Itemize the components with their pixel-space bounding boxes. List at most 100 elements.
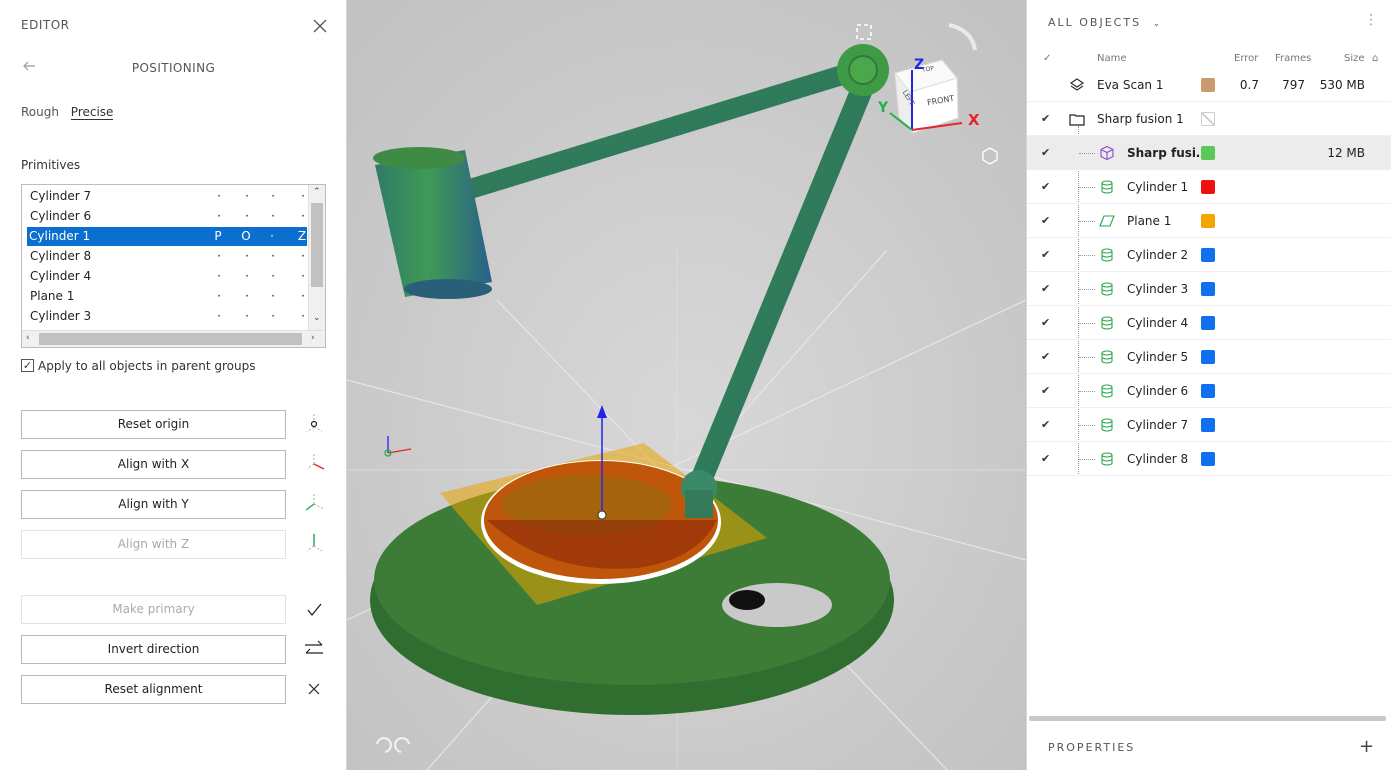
- align-y-button[interactable]: Align with Y: [21, 490, 286, 519]
- primitive-flag: ·: [245, 189, 249, 203]
- primitive-flag: ·: [245, 209, 249, 223]
- primitive-name: Cylinder 4: [30, 269, 92, 283]
- primitive-flag: ·: [301, 269, 305, 283]
- visibility-check-icon[interactable]: ✔: [1041, 248, 1050, 261]
- primitive-flag: ·: [301, 209, 305, 223]
- object-row[interactable]: ✔ Cylinder 1: [1027, 170, 1391, 204]
- primitive-row[interactable]: Cylinder 3 · · · ·: [28, 307, 308, 326]
- color-swatch[interactable]: [1201, 78, 1215, 92]
- primitive-row[interactable]: Cylinder 4 · · · ·: [28, 267, 308, 286]
- color-swatch[interactable]: [1201, 316, 1215, 330]
- visibility-check-icon[interactable]: ✔: [1041, 146, 1050, 159]
- object-name: Cylinder 6: [1127, 384, 1189, 398]
- primitive-flag: ·: [270, 229, 274, 243]
- color-swatch[interactable]: [1201, 282, 1215, 296]
- visibility-check-icon[interactable]: ✔: [1041, 214, 1050, 227]
- object-row[interactable]: ✔ Cylinder 4: [1027, 306, 1391, 340]
- cylinder-icon: [1101, 452, 1113, 466]
- primitive-row[interactable]: Cylinder 8 · · · ·: [28, 247, 308, 266]
- mode-switch: Rough Precise: [21, 105, 121, 120]
- horizontal-scrollbar[interactable]: ‹ ›: [22, 330, 325, 347]
- color-swatch[interactable]: [1201, 452, 1215, 466]
- primitive-flag: ·: [271, 249, 275, 263]
- scroll-thumb[interactable]: [39, 333, 302, 345]
- apply-all-checkbox[interactable]: ✓: [21, 359, 34, 372]
- primitive-row[interactable]: Plane 1 · · · ·: [28, 287, 308, 306]
- color-swatch[interactable]: [1201, 248, 1215, 262]
- primitive-flag: ·: [217, 209, 221, 223]
- align-x-button[interactable]: Align with X: [21, 450, 286, 479]
- reset-alignment-button[interactable]: Reset alignment: [21, 675, 286, 704]
- object-row[interactable]: Eva Scan 1 0.7 797 530 MB: [1027, 68, 1391, 102]
- reset-origin-button[interactable]: Reset origin: [21, 410, 286, 439]
- visibility-check-icon[interactable]: ✔: [1041, 112, 1050, 125]
- object-frames: 797: [1282, 78, 1305, 92]
- origin-icon: [306, 414, 323, 433]
- primitive-flag: ·: [245, 309, 249, 323]
- invert-direction-button[interactable]: Invert direction: [21, 635, 286, 664]
- primitive-row[interactable]: Cylinder 7 · · · ·: [28, 187, 308, 206]
- primitive-flag: ·: [271, 269, 275, 283]
- object-size: 12 MB: [1327, 146, 1365, 160]
- 3d-viewport[interactable]: TOP LEFT FRONT Z X Y: [347, 0, 1026, 770]
- visibility-check-icon[interactable]: ✔: [1041, 350, 1050, 363]
- object-row[interactable]: ✔ Cylinder 8: [1027, 442, 1391, 476]
- all-objects-dropdown[interactable]: ALL OBJECTS ⌄: [1048, 16, 1162, 29]
- primitive-row[interactable]: Cylinder 6 · · · ·: [28, 207, 308, 226]
- color-swatch[interactable]: [1201, 384, 1215, 398]
- color-swatch[interactable]: [1201, 146, 1215, 160]
- object-row[interactable]: ✔ Cylinder 3: [1027, 272, 1391, 306]
- primitive-row[interactable]: Cylinder 1 P O · Z: [27, 227, 307, 246]
- check-all-icon[interactable]: ✓: [1043, 53, 1051, 64]
- visibility-check-icon[interactable]: ✔: [1041, 452, 1050, 465]
- add-property-icon[interactable]: +: [1359, 736, 1374, 757]
- tree-branch: [1079, 153, 1095, 154]
- color-swatch[interactable]: [1201, 418, 1215, 432]
- close-icon[interactable]: [311, 17, 329, 35]
- object-name: Cylinder 4: [1127, 316, 1189, 330]
- object-row[interactable]: ✔ Sharp fusion 1: [1027, 102, 1391, 136]
- panel-splitter[interactable]: [1029, 716, 1386, 721]
- lock-icon[interactable]: ⌂: [1372, 53, 1378, 64]
- color-swatch[interactable]: [1201, 214, 1215, 228]
- object-row[interactable]: ✔ Plane 1: [1027, 204, 1391, 238]
- more-options-icon[interactable]: ⋮: [1364, 12, 1378, 28]
- primitives-list[interactable]: Cylinder 7 · · · · Cylinder 6 · · · · Cylinder 1 P O…: [21, 184, 326, 348]
- primitive-flag: ·: [271, 189, 275, 203]
- object-size: 530 MB: [1319, 78, 1365, 92]
- editor-title: EDITOR: [21, 18, 70, 32]
- mode-precise[interactable]: Precise: [70, 105, 114, 120]
- scroll-down-icon[interactable]: ⌄: [313, 313, 321, 323]
- col-frames: Frames: [1275, 53, 1312, 64]
- object-row[interactable]: ✔ Sharp fusi… 12 MB: [1027, 136, 1391, 170]
- scroll-up-icon[interactable]: ⌃: [313, 187, 321, 197]
- primitive-flag: ·: [245, 249, 249, 263]
- scene-canvas[interactable]: [347, 0, 1026, 770]
- object-row[interactable]: ✔ Cylinder 5: [1027, 340, 1391, 374]
- object-row[interactable]: ✔ Cylinder 7: [1027, 408, 1391, 442]
- plane-icon: [1099, 215, 1115, 227]
- axis-label-z: Z: [914, 57, 925, 73]
- mode-rough[interactable]: Rough: [21, 105, 59, 119]
- object-name: Sharp fusion 1: [1097, 112, 1184, 126]
- scroll-left-icon[interactable]: ‹: [26, 333, 30, 343]
- scroll-thumb[interactable]: [311, 203, 323, 287]
- primitive-flag: ·: [271, 209, 275, 223]
- visibility-check-icon[interactable]: ✔: [1041, 316, 1050, 329]
- vertical-scrollbar[interactable]: ⌃ ⌄: [308, 185, 325, 330]
- scroll-right-icon[interactable]: ›: [311, 333, 315, 343]
- color-swatch[interactable]: [1201, 180, 1215, 194]
- primitive-flag: ·: [301, 309, 305, 323]
- make-primary-button[interactable]: Make primary: [21, 595, 286, 624]
- visibility-check-icon[interactable]: ✔: [1041, 384, 1050, 397]
- tree-branch: [1079, 357, 1095, 358]
- visibility-check-icon[interactable]: ✔: [1041, 180, 1050, 193]
- object-row[interactable]: ✔ Cylinder 6: [1027, 374, 1391, 408]
- tree-branch: [1079, 425, 1095, 426]
- align-z-button[interactable]: Align with Z: [21, 530, 286, 559]
- color-swatch[interactable]: [1201, 112, 1215, 126]
- visibility-check-icon[interactable]: ✔: [1041, 282, 1050, 295]
- object-row[interactable]: ✔ Cylinder 2: [1027, 238, 1391, 272]
- color-swatch[interactable]: [1201, 350, 1215, 364]
- visibility-check-icon[interactable]: ✔: [1041, 418, 1050, 431]
